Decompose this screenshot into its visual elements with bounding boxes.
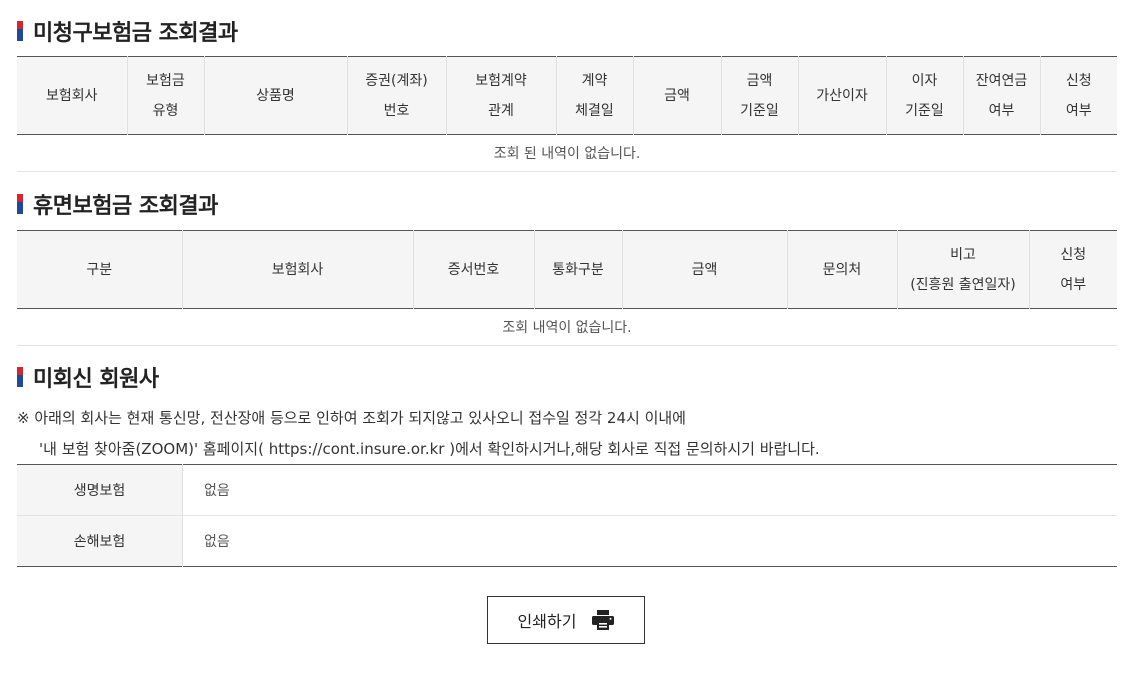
header-remaining-annuity: 잔여연금 여부 (963, 56, 1041, 135)
section-bar-icon (17, 367, 23, 387)
unclaimed-table: 보험회사 보험금 유형 상품명 증권(계좌) 번호 보험계약 관계 계약 체결일 금액 … (17, 56, 1117, 172)
empty-message: 조회 된 내역이 없습니다. (17, 134, 1117, 172)
header-insurer: 보험회사 (182, 230, 414, 309)
header-remarks: 비고 (진흥원 출연일자) (897, 230, 1030, 309)
header-currency: 통화구분 (534, 230, 623, 309)
header-category: 구분 (17, 230, 183, 309)
dormant-section-title: 휴면보험금 조회결과 (17, 189, 218, 219)
table-row: 조회 된 내역이 없습니다. (17, 134, 1117, 172)
header-interest-base-date: 이자 기준일 (886, 56, 964, 135)
table-row: 조회 내역이 없습니다. (17, 308, 1117, 346)
nonlife-insurance-value: 없음 (182, 515, 1117, 567)
notice-line-2: '내 보험 찾아줌(ZOOM)' 홈페이지( https://cont.insu… (39, 440, 820, 458)
section-bar-icon (17, 21, 23, 41)
nonlife-insurance-label: 손해보험 (17, 515, 183, 567)
nonresponse-title-text: 미회신 회원사 (33, 367, 159, 392)
header-claim-type: 보험금 유형 (127, 56, 205, 135)
nonresponse-table: 생명보험 없음 손해보험 없음 (17, 464, 1117, 567)
header-amount: 금액 (633, 56, 722, 135)
dormant-header-row: 구분 보험회사 증서번호 통화구분 금액 문의처 비고 (진흥원 출연일자) 신청… (17, 230, 1117, 309)
header-insurer: 보험회사 (17, 56, 128, 135)
dormant-table: 구분 보험회사 증서번호 통화구분 금액 문의처 비고 (진흥원 출연일자) 신청… (17, 230, 1117, 346)
header-amount: 금액 (622, 230, 788, 309)
empty-message: 조회 내역이 없습니다. (17, 308, 1117, 346)
print-button[interactable]: 인쇄하기 (487, 596, 645, 644)
header-application-status: 신청 여부 (1040, 56, 1117, 135)
table-row: 손해보험 없음 (17, 515, 1117, 567)
header-contract-relation: 보험계약 관계 (446, 56, 557, 135)
header-application-status: 신청 여부 (1029, 230, 1117, 309)
header-contract-date: 계약 체결일 (556, 56, 634, 135)
header-policy-number: 증권(계좌) 번호 (347, 56, 447, 135)
section-bar-icon (17, 194, 23, 214)
unclaimed-header-row: 보험회사 보험금 유형 상품명 증권(계좌) 번호 보험계약 관계 계약 체결일 금액 … (17, 56, 1117, 135)
printer-icon (592, 610, 615, 630)
notice-line-1: ※ 아래의 회사는 현재 통신망, 전산장애 등으로 인하여 조회가 되지않고 … (17, 409, 686, 427)
header-amount-base-date: 금액 기준일 (721, 56, 799, 135)
header-certificate-number: 증서번호 (413, 230, 535, 309)
nonresponse-section-title: 미회신 회원사 (17, 362, 159, 392)
life-insurance-label: 생명보험 (17, 464, 183, 516)
header-added-interest: 가산이자 (798, 56, 887, 135)
dormant-title-text: 휴면보험금 조회결과 (33, 194, 218, 219)
table-row: 생명보험 없음 (17, 464, 1117, 516)
header-product-name: 상품명 (204, 56, 348, 135)
header-contact: 문의처 (787, 230, 898, 309)
print-button-label: 인쇄하기 (517, 614, 577, 631)
unclaimed-section-title: 미청구보험금 조회결과 (17, 16, 238, 46)
unclaimed-title-text: 미청구보험금 조회결과 (33, 21, 238, 46)
life-insurance-value: 없음 (204, 483, 230, 499)
